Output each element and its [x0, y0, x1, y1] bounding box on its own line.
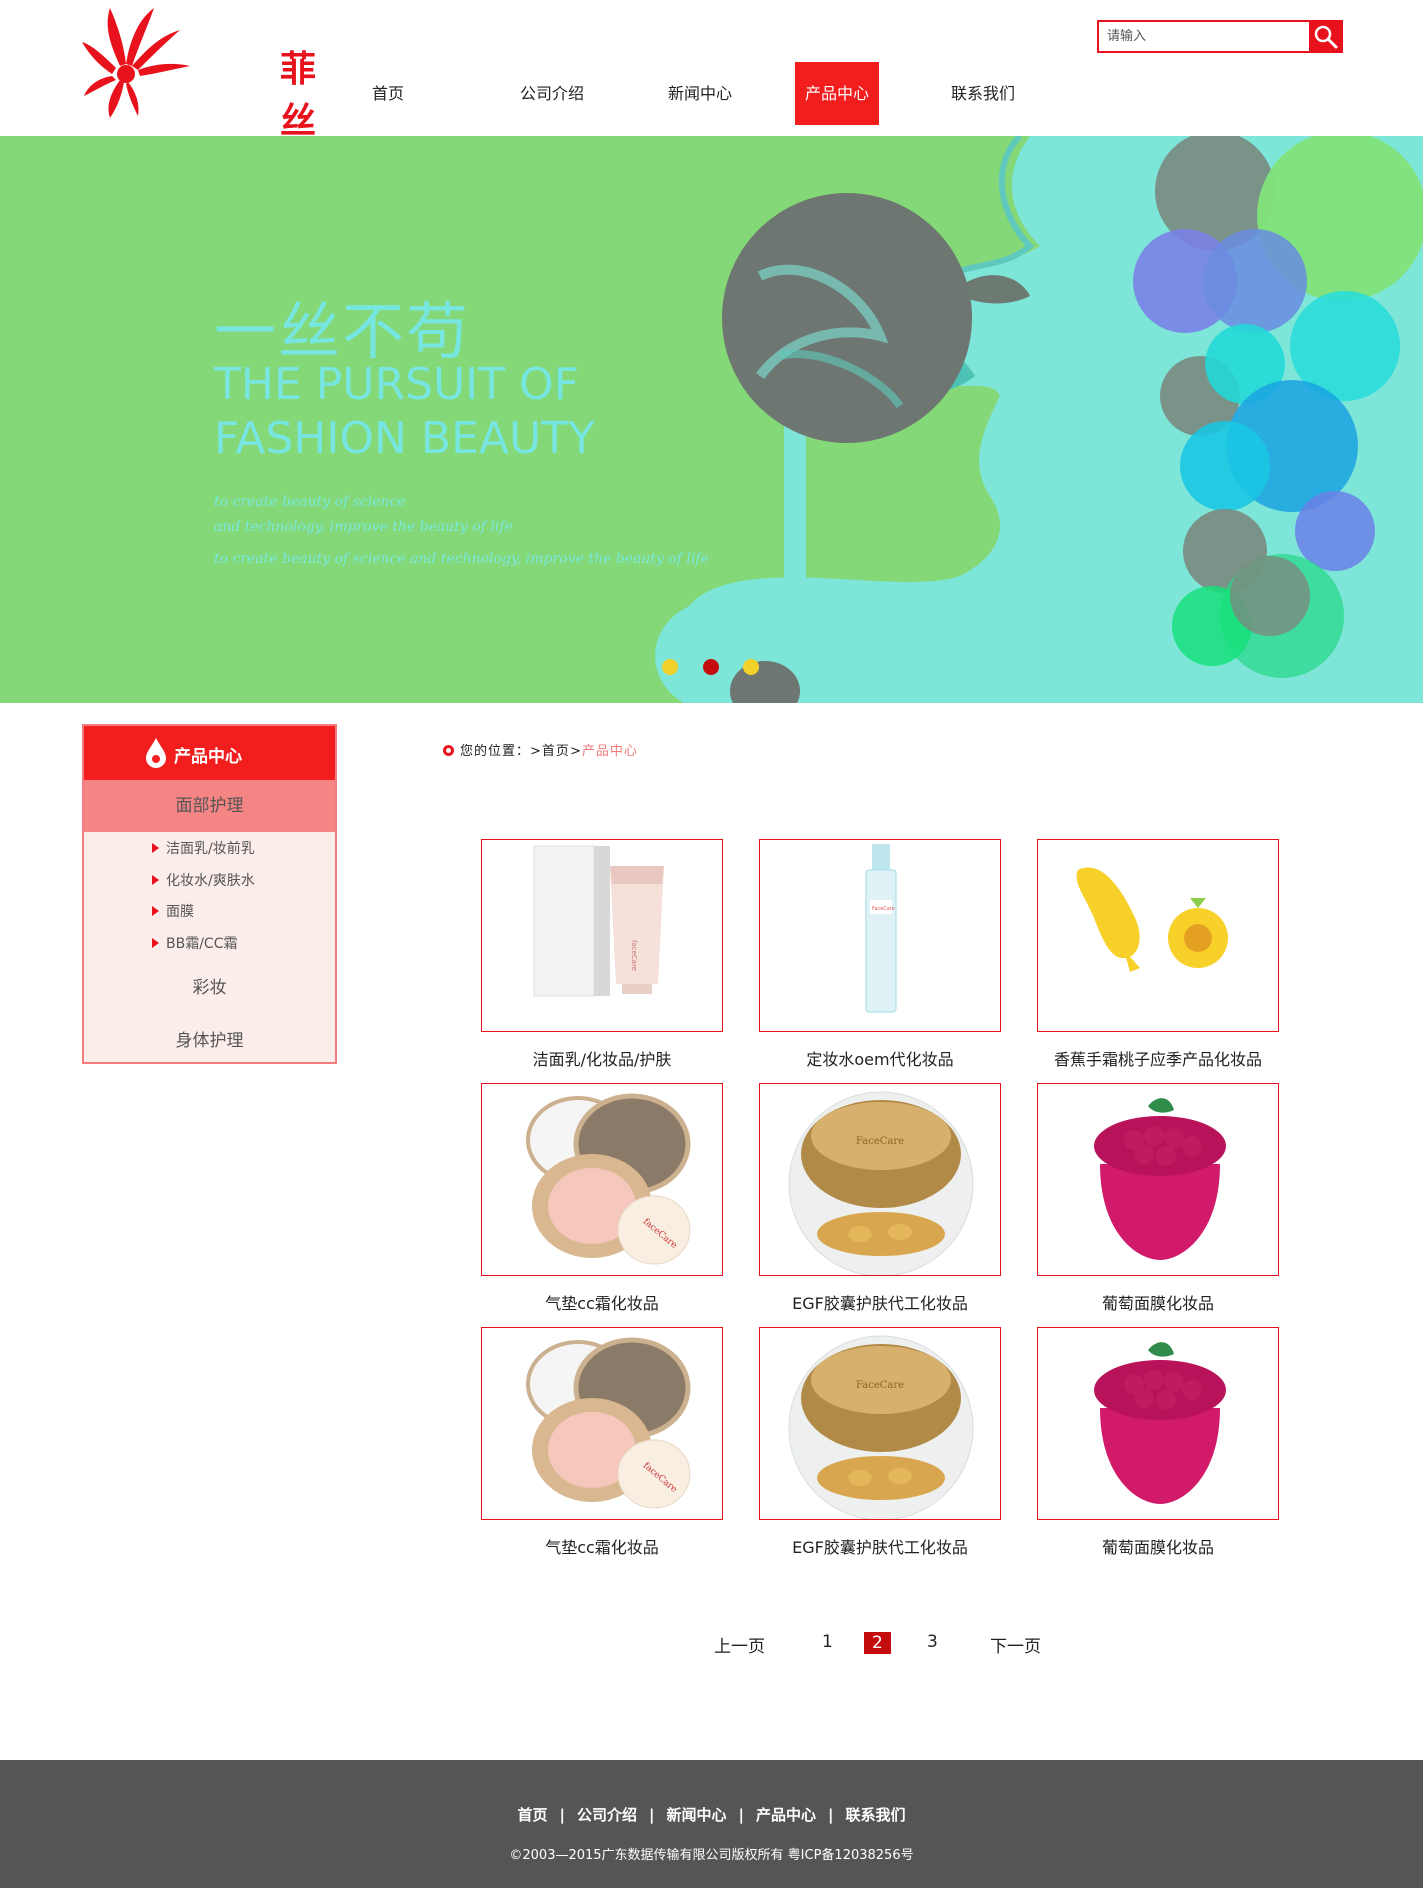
hero-banner[interactable]: 一丝不苟 THE PURSUIT OF FASHION BEAUTY to cr… [0, 136, 1423, 703]
cushion-compact-image: faceCare [526, 1337, 691, 1509]
banner-en-line1: THE PURSUIT OF [214, 359, 579, 410]
cushion-compact-image: faceCare [526, 1093, 691, 1265]
banner-en-line2: FASHION BEAUTY [214, 413, 595, 464]
banana-cream-image [1076, 867, 1228, 972]
sidebar-title: 产品中心 [174, 747, 242, 767]
footer-sep: | [649, 1806, 655, 1824]
product-card[interactable]: 香蕉手霜桃子应季产品化妆品 [1037, 839, 1279, 1070]
sidebar-header: 产品中心 [84, 726, 335, 780]
search-icon [1314, 25, 1338, 49]
breadcrumb-sep-2: > [569, 744, 582, 759]
product-name[interactable]: 气垫cc霜化妆品 [481, 1534, 723, 1558]
product-name[interactable]: 葡萄面膜化妆品 [1037, 1290, 1279, 1314]
slide-dot-2[interactable] [703, 659, 719, 675]
footer-sep: | [828, 1806, 834, 1824]
product-image[interactable] [1037, 1083, 1279, 1276]
product-card[interactable]: 葡萄面膜化妆品 [1037, 1083, 1279, 1314]
slide-dot-1[interactable] [662, 659, 678, 675]
breadcrumb-current[interactable]: 产品中心 [582, 744, 638, 759]
product-name[interactable]: 定妆水oem代化妆品 [759, 1046, 1001, 1070]
product-name[interactable]: 葡萄面膜化妆品 [1037, 1534, 1279, 1558]
sidebar-item-mask[interactable]: 面膜 [152, 901, 194, 921]
breadcrumb-home[interactable]: 首页 [542, 744, 570, 759]
site-logo[interactable]: 菲丝凯 [80, 4, 320, 194]
grape-jar-image [1094, 1098, 1226, 1260]
drop-icon [146, 738, 166, 768]
pager-prev[interactable]: 上一页 [714, 1632, 765, 1657]
product-name[interactable]: 洁面乳/化妆品/护肤 [481, 1046, 723, 1070]
breadcrumb-prefix: 您的位置： [460, 744, 531, 759]
product-name[interactable]: 香蕉手霜桃子应季产品化妆品 [1037, 1046, 1279, 1070]
product-image[interactable]: FaceCare [759, 839, 1001, 1032]
pager-next[interactable]: 下一页 [990, 1632, 1041, 1657]
sidebar-item-bb-cc[interactable]: BB霜/CC霜 [151, 933, 237, 953]
product-sidebar: 产品中心 面部护理 洁面乳/妆前乳 化妆水/爽肤水 面膜 BB霜/CC霜 彩妆 … [82, 724, 337, 1064]
product-card[interactable]: faceCare 气垫cc霜化妆品 [481, 1083, 723, 1314]
svg-text:FaceCare: FaceCare [872, 906, 895, 912]
banner-sub-2: and technology, improve the beauty of li… [214, 519, 513, 535]
nav-home[interactable]: 首页 [356, 62, 420, 125]
sidebar-cat-makeup[interactable]: 彩妆 [84, 973, 335, 998]
sidebar-cat-face-care[interactable]: 面部护理 [84, 780, 335, 832]
product-image[interactable]: faceCare [481, 1083, 723, 1276]
nav-contact[interactable]: 联系我们 [933, 62, 1033, 125]
sidebar-item-toner[interactable]: 化妆水/爽肤水 [152, 870, 255, 890]
capsule-jar-image: FaceCare [788, 1091, 974, 1275]
slide-dot-3[interactable] [743, 659, 759, 675]
product-image[interactable]: FaceCare [759, 1327, 1001, 1520]
banner-sub-3: to create beauty of science and technolo… [214, 551, 709, 567]
product-image[interactable] [1037, 1327, 1279, 1520]
nav-about[interactable]: 公司介绍 [502, 62, 602, 125]
footer-link-about[interactable]: 公司介绍 [577, 1806, 637, 1824]
cleanser-tube-image: faceCare [533, 845, 664, 997]
product-image[interactable] [1037, 839, 1279, 1032]
pager-page-1[interactable]: 1 [822, 1632, 833, 1652]
footer-link-home[interactable]: 首页 [517, 1806, 547, 1824]
product-image[interactable]: FaceCare [759, 1083, 1001, 1276]
capsule-jar-image: FaceCare [788, 1335, 974, 1519]
location-icon [443, 745, 454, 756]
pager-page-2[interactable]: 2 [864, 1632, 891, 1654]
product-card[interactable]: FaceCare 定妆水oem代化妆品 [759, 839, 1001, 1070]
product-image[interactable]: faceCare [481, 1327, 723, 1520]
product-card[interactable]: FaceCare EGF胶囊护肤代工化妆品 [759, 1327, 1001, 1558]
nav-products[interactable]: 产品中心 [795, 62, 879, 125]
breadcrumb-sep-1: > [530, 744, 542, 759]
product-card[interactable]: faceCare 气垫cc霜化妆品 [481, 1327, 723, 1558]
product-card[interactable]: 葡萄面膜化妆品 [1037, 1327, 1279, 1558]
product-image[interactable]: faceCare [481, 839, 723, 1032]
search-box [1097, 20, 1343, 53]
search-button[interactable] [1309, 20, 1343, 53]
nav-news[interactable]: 新闻中心 [650, 62, 750, 125]
svg-text:FaceCare: FaceCare [856, 1136, 904, 1147]
footer-link-contact[interactable]: 联系我们 [845, 1806, 905, 1824]
grape-jar-image [1094, 1342, 1226, 1504]
product-name[interactable]: EGF胶囊护肤代工化妆品 [759, 1290, 1001, 1314]
footer-sep: | [559, 1806, 565, 1824]
footer-sep: | [738, 1806, 744, 1824]
footer-nav: 首页 | 公司介绍 | 新闻中心 | 产品中心 | 联系我们 [0, 1804, 1423, 1825]
sidebar-cat-body-care[interactable]: 身体护理 [84, 1026, 335, 1051]
flower-logo-icon [82, 8, 190, 118]
sidebar-item-cleanser[interactable]: 洁面乳/妆前乳 [152, 838, 255, 858]
spray-bottle-image: FaceCare [865, 844, 897, 1013]
breadcrumb: 您的位置：>首页>产品中心 [443, 740, 638, 759]
banner-sub-1: to create beauty of science [214, 494, 406, 510]
product-card[interactable]: faceCare 洁面乳/化妆品/护肤 [481, 839, 723, 1070]
product-name[interactable]: 气垫cc霜化妆品 [481, 1290, 723, 1314]
site-footer: 首页 | 公司介绍 | 新闻中心 | 产品中心 | 联系我们 ©2003—2015广东数据传输有… [0, 1760, 1423, 1888]
product-card[interactable]: FaceCare EGF胶囊护肤代工化妆品 [759, 1083, 1001, 1314]
copyright-text: ©2003—2015广东数据传输有限公司版权所有 粤ICP备12038256号 [509, 1848, 914, 1863]
svg-text:faceCare: faceCare [630, 940, 638, 971]
svg-text:FaceCare: FaceCare [856, 1380, 904, 1391]
footer-link-news[interactable]: 新闻中心 [666, 1806, 726, 1824]
search-input[interactable] [1099, 22, 1309, 51]
pager-page-3[interactable]: 3 [927, 1632, 938, 1652]
product-name[interactable]: EGF胶囊护肤代工化妆品 [759, 1534, 1001, 1558]
footer-link-products[interactable]: 产品中心 [756, 1806, 816, 1824]
site-header: 菲丝凯 首页 公司介绍 新闻中心 产品中心 联系我们 [0, 0, 1423, 194]
